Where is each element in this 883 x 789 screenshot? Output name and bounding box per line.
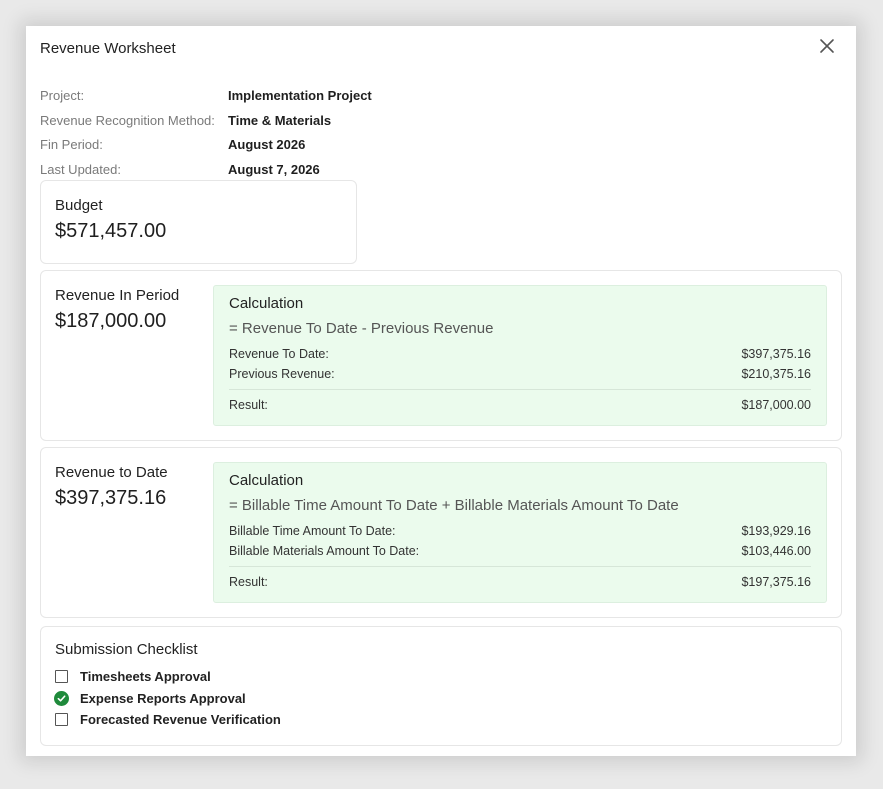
calc-row: Previous Revenue: $210,375.16 — [229, 367, 811, 381]
checklist-item-label: Timesheets Approval — [80, 669, 211, 685]
calc-row: Billable Time Amount To Date: $193,929.1… — [229, 524, 811, 538]
calc-row-value: $210,375.16 — [741, 367, 811, 381]
calc-divider — [229, 389, 811, 390]
calc-row: Billable Materials Amount To Date: $103,… — [229, 544, 811, 558]
revenue-in-period-label: Revenue In Period — [55, 287, 180, 304]
budget-card: Budget $571,457.00 — [40, 180, 357, 264]
meta-row-method: Revenue Recognition Method: Time & Mater… — [40, 109, 372, 134]
calc-row-label: Billable Materials Amount To Date: — [229, 544, 420, 558]
calc-row: Revenue To Date: $397,375.16 — [229, 347, 811, 361]
calculation-formula: = Revenue To Date - Previous Revenue — [229, 320, 494, 337]
revenue-in-period-card: Revenue In Period $187,000.00 Calculatio… — [40, 270, 842, 441]
checklist-item-forecasted-revenue[interactable]: Forecasted Revenue Verification — [55, 709, 827, 731]
calc-result-value: $197,375.16 — [741, 575, 811, 589]
calc-row-value: $397,375.16 — [741, 347, 811, 361]
calc-row-label: Revenue To Date: — [229, 347, 329, 361]
check-circle-icon[interactable] — [54, 690, 69, 706]
revenue-to-date-amount: $397,375.16 — [55, 487, 167, 509]
meta-label: Project: — [40, 88, 85, 103]
checkbox-icon[interactable] — [55, 670, 68, 684]
revenue-in-period-calculation: Calculation = Revenue To Date - Previous… — [213, 285, 827, 426]
meta-row-project: Project: Implementation Project — [40, 84, 372, 109]
calc-result-value: $187,000.00 — [741, 398, 811, 412]
calc-divider — [229, 566, 811, 567]
meta-value: Implementation Project — [228, 88, 372, 103]
checklist-item-label: Expense Reports Approval — [80, 690, 246, 706]
revenue-to-date-calculation: Calculation = Billable Time Amount To Da… — [213, 462, 827, 603]
calc-result-label: Result: — [229, 575, 268, 589]
checklist-item-timesheets[interactable]: Timesheets Approval — [55, 666, 827, 688]
meta-label: Revenue Recognition Method: — [40, 112, 215, 128]
calculation-formula: = Billable Time Amount To Date + Billabl… — [229, 497, 679, 514]
checkbox-icon[interactable] — [55, 713, 68, 727]
meta-row-last-updated: Last Updated: August 7, 2026 — [40, 158, 372, 183]
submission-checklist-card: Submission Checklist Timesheets Approval… — [40, 626, 842, 746]
meta-row-fin-period: Fin Period: August 2026 — [40, 133, 372, 158]
worksheet-meta: Project: Implementation Project Revenue … — [40, 84, 372, 182]
checklist-item-label: Forecasted Revenue Verification — [80, 712, 281, 728]
calc-result-row: Result: $187,000.00 — [229, 398, 811, 412]
calc-result-row: Result: $197,375.16 — [229, 575, 811, 589]
meta-value: August 7, 2026 — [228, 161, 320, 177]
revenue-worksheet-dialog: Revenue Worksheet Project: Implementatio… — [26, 26, 856, 756]
budget-label: Budget — [55, 197, 103, 214]
calc-row-label: Previous Revenue: — [229, 367, 335, 381]
meta-label: Last Updated: — [40, 161, 121, 177]
checklist-title: Submission Checklist — [55, 641, 198, 658]
checklist-item-expense-reports[interactable]: Expense Reports Approval — [54, 688, 827, 710]
dialog-title: Revenue Worksheet — [40, 40, 176, 57]
calculation-title: Calculation — [229, 472, 304, 489]
meta-label: Fin Period: — [40, 137, 103, 152]
calc-row-value: $193,929.16 — [741, 524, 811, 538]
revenue-to-date-card: Revenue to Date $397,375.16 Calculation … — [40, 447, 842, 618]
meta-value: Time & Materials — [228, 112, 332, 128]
revenue-in-period-amount: $187,000.00 — [55, 310, 167, 332]
close-icon[interactable] — [818, 37, 836, 55]
budget-amount: $571,457.00 — [55, 220, 167, 242]
meta-value: August 2026 — [228, 137, 306, 152]
calc-result-label: Result: — [229, 398, 268, 412]
revenue-to-date-label: Revenue to Date — [55, 464, 168, 481]
calc-row-value: $103,446.00 — [741, 544, 811, 558]
calc-row-label: Billable Time Amount To Date: — [229, 524, 396, 538]
calculation-title: Calculation — [229, 295, 304, 312]
